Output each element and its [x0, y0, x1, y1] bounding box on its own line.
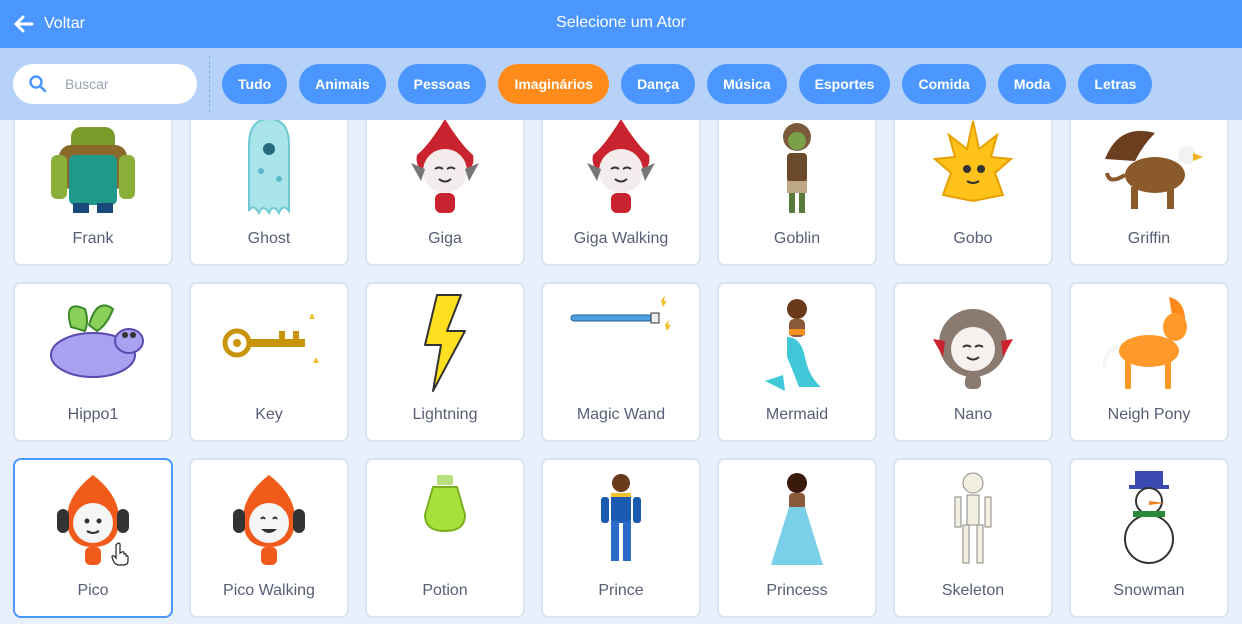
- sprite-thumbnail: [1071, 284, 1227, 402]
- sprite-name: Prince: [598, 582, 644, 599]
- sprite-card-snowman[interactable]: Snowman: [1069, 458, 1229, 618]
- sprite-name: Frank: [72, 230, 114, 247]
- sprite-card-mermaid[interactable]: Mermaid: [717, 282, 877, 442]
- sprite-name: Potion: [422, 582, 468, 599]
- sprite-name: Skeleton: [941, 582, 1005, 599]
- sprite-thumbnail: [15, 460, 171, 578]
- sprite-name: Lightning: [412, 406, 478, 423]
- sprite-thumbnail: [15, 120, 171, 226]
- sprite-name: Giga: [428, 230, 462, 247]
- sprite-name: Princess: [766, 582, 828, 599]
- sprite-thumbnail: [543, 460, 699, 578]
- sprite-card-griffin[interactable]: Griffin: [1069, 120, 1229, 266]
- sprite-card-ghost[interactable]: Ghost: [189, 120, 349, 266]
- sprite-card-neigh-pony[interactable]: Neigh Pony: [1069, 282, 1229, 442]
- sprite-name: Goblin: [773, 230, 821, 247]
- sprite-thumbnail: [543, 284, 699, 402]
- tag-tudo[interactable]: Tudo: [222, 64, 288, 104]
- sprite-name: Magic Wand: [576, 406, 666, 423]
- sprite-thumbnail: [1071, 120, 1227, 226]
- sprite-card-frank[interactable]: Frank: [13, 120, 173, 266]
- tag-imaginarios[interactable]: Imaginários: [498, 64, 610, 104]
- tag-esportes[interactable]: Esportes: [798, 64, 891, 104]
- header-bar: Voltar Selecione um Ator: [0, 0, 1242, 48]
- sprite-name: Mermaid: [765, 406, 829, 423]
- sprite-card-pico[interactable]: Pico: [13, 458, 173, 618]
- sprite-thumbnail: [191, 460, 347, 578]
- sprite-thumbnail: [15, 284, 171, 402]
- search-icon: [29, 75, 47, 93]
- sprite-card-princess[interactable]: Princess: [717, 458, 877, 618]
- sprite-card-hippo1[interactable]: Hippo1: [13, 282, 173, 442]
- sprite-name: Griffin: [1127, 230, 1171, 247]
- sprite-card-key[interactable]: Key: [189, 282, 349, 442]
- sprite-name: Ghost: [247, 230, 291, 247]
- sprite-card-prince[interactable]: Prince: [541, 458, 701, 618]
- sprite-thumbnail: [719, 284, 875, 402]
- sprite-name: Hippo1: [67, 406, 119, 423]
- filter-divider: [209, 56, 210, 112]
- sprite-card-goblin[interactable]: Goblin: [717, 120, 877, 266]
- sprite-name: Gobo: [953, 230, 993, 247]
- sprite-name: Nano: [953, 406, 993, 423]
- filter-bar: Tudo Animais Pessoas Imaginários Dança Música…: [0, 48, 1242, 120]
- sprite-card-giga-walking[interactable]: Giga Walking: [541, 120, 701, 266]
- sprite-card-potion[interactable]: Potion: [365, 458, 525, 618]
- sprite-thumbnail: [191, 120, 347, 226]
- sprite-thumbnail: [1071, 460, 1227, 578]
- sprite-card-magic-wand[interactable]: Magic Wand: [541, 282, 701, 442]
- sprite-thumbnail: [719, 120, 875, 226]
- page-title: Selecione um Ator: [556, 14, 686, 31]
- tag-list: Tudo Animais Pessoas Imaginários Dança Música…: [222, 64, 1153, 104]
- sprite-thumbnail: [719, 460, 875, 578]
- sprite-thumbnail: [191, 284, 347, 402]
- sprite-name: Neigh Pony: [1107, 406, 1191, 423]
- sprite-thumbnail: [895, 460, 1051, 578]
- search-input[interactable]: [65, 72, 189, 96]
- tag-danca[interactable]: Dança: [621, 64, 696, 104]
- sprite-thumbnail: [895, 120, 1051, 226]
- sprite-thumbnail: [367, 120, 523, 226]
- sprite-name: Pico: [77, 582, 109, 599]
- sprite-thumbnail: [543, 120, 699, 226]
- sprite-card-nano[interactable]: Nano: [893, 282, 1053, 442]
- tag-pessoas[interactable]: Pessoas: [397, 64, 487, 104]
- tag-musica[interactable]: Música: [707, 64, 787, 104]
- sprite-name: Key: [255, 406, 283, 423]
- tag-comida[interactable]: Comida: [902, 64, 986, 104]
- sprite-card-gobo[interactable]: Gobo: [893, 120, 1053, 266]
- sprite-name: Snowman: [1113, 582, 1185, 599]
- hand-cursor-icon: [111, 542, 129, 566]
- sprite-card-lightning[interactable]: Lightning: [365, 282, 525, 442]
- sprite-card-giga[interactable]: Giga: [365, 120, 525, 266]
- sprite-card-pico-walking[interactable]: Pico Walking: [189, 458, 349, 618]
- sprite-thumbnail: [367, 460, 523, 578]
- search-box[interactable]: [13, 64, 197, 104]
- sprite-thumbnail: [895, 284, 1051, 402]
- sprite-name: Pico Walking: [223, 582, 315, 599]
- tag-letras[interactable]: Letras: [1078, 64, 1153, 104]
- sprite-thumbnail: [367, 284, 523, 402]
- tag-moda[interactable]: Moda: [997, 64, 1067, 104]
- sprite-name: Giga Walking: [573, 230, 669, 247]
- sprite-card-skeleton[interactable]: Skeleton: [893, 458, 1053, 618]
- sprite-grid: Frank Ghost Giga Giga Walking Goblin Gobo Grif…: [13, 120, 1229, 624]
- tag-animais[interactable]: Animais: [299, 64, 386, 104]
